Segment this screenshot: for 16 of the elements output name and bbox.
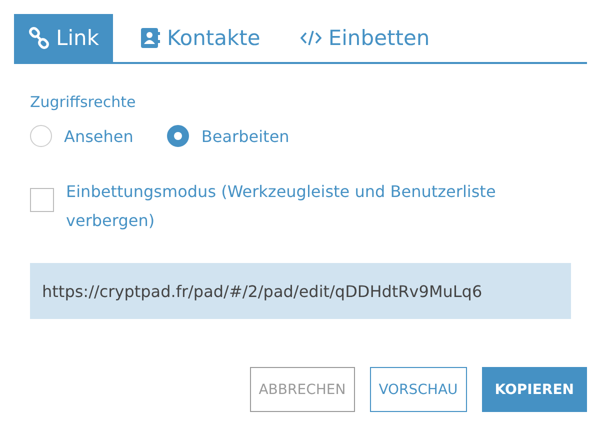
cancel-button[interactable]: ABBRECHEN — [250, 367, 355, 412]
link-icon — [28, 27, 50, 49]
tab[interactable]: Link — [14, 14, 114, 62]
radio-label: Ansehen — [64, 126, 134, 146]
copy-button[interactable]: KOPIEREN — [482, 367, 587, 412]
link-field[interactable]: https://cryptpad.fr/pad/#/2/pad/edit/qDDHdtRv9MuLq6 — [30, 263, 571, 319]
section-label: Zugriffsrechte — [30, 93, 136, 111]
radio-button[interactable] — [167, 125, 190, 147]
radio-button[interactable] — [30, 125, 52, 147]
checkbox-label: Einbettungsmodus (Werkzeugleiste und Benutzerliste verbergen) — [66, 181, 497, 232]
preview-button[interactable]: VORSCHAU — [370, 367, 467, 412]
radio-label: Bearbeiten — [201, 126, 290, 146]
tab[interactable]: Kontakte — [125, 14, 274, 62]
checkbox[interactable] — [30, 188, 54, 212]
tab[interactable]: Einbetten — [286, 14, 444, 62]
contact-book-icon — [139, 27, 162, 49]
